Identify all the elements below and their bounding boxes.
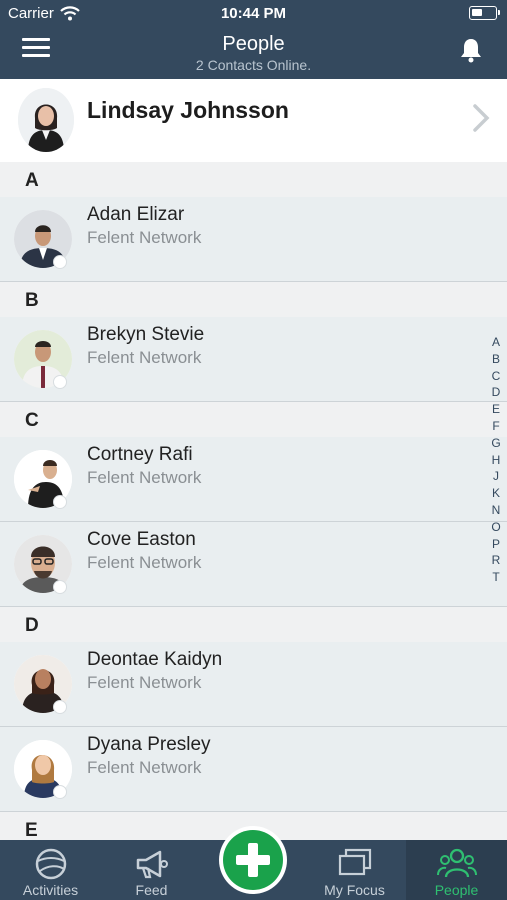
tab-label: Feed bbox=[135, 882, 168, 898]
online-status-dot bbox=[53, 785, 67, 799]
activities-icon bbox=[35, 848, 66, 880]
section-header-b: B bbox=[0, 282, 507, 317]
tab-label: People bbox=[434, 882, 479, 898]
online-count: 2 Contacts Online. bbox=[195, 57, 312, 73]
tab-label: Activities bbox=[22, 882, 79, 898]
my-profile-row[interactable]: Lindsay Johnsson bbox=[0, 79, 507, 162]
contact-list[interactable]: A Adan Elizar Felent Network B Brekyn St… bbox=[0, 162, 507, 840]
contact-organization: Felent Network bbox=[87, 468, 202, 487]
index-letter[interactable]: E bbox=[489, 401, 503, 418]
contact-row[interactable]: Cove Easton Felent Network bbox=[0, 522, 507, 607]
people-icon bbox=[436, 848, 477, 878]
online-status-dot bbox=[53, 375, 67, 389]
tab-label: My Focus bbox=[324, 882, 385, 898]
index-letter[interactable]: C bbox=[489, 368, 503, 385]
tab-people[interactable]: People bbox=[406, 840, 507, 900]
megaphone-icon bbox=[136, 850, 168, 879]
contact-organization: Felent Network bbox=[87, 348, 202, 367]
add-button[interactable] bbox=[219, 826, 287, 894]
top-bar: Carrier 10:44 PM People 2 Contacts Onlin… bbox=[0, 0, 507, 79]
bell-icon[interactable] bbox=[457, 36, 485, 64]
index-letter[interactable]: D bbox=[489, 384, 503, 401]
contact-row[interactable]: Cortney Rafi Felent Network bbox=[0, 437, 507, 522]
section-header-c: C bbox=[0, 402, 507, 437]
avatar bbox=[18, 88, 74, 152]
alphabet-index[interactable]: A B C D E F G H J K N O P R T bbox=[489, 334, 503, 586]
index-letter[interactable]: G bbox=[489, 435, 503, 452]
index-letter[interactable]: K bbox=[489, 485, 503, 502]
status-bar: Carrier 10:44 PM bbox=[0, 0, 507, 28]
index-letter[interactable]: R bbox=[489, 552, 503, 569]
section-header-a: A bbox=[0, 162, 507, 197]
battery-icon bbox=[469, 6, 500, 20]
contact-row[interactable]: Deontae Kaidyn Felent Network bbox=[0, 642, 507, 727]
contact-row[interactable]: Adan Elizar Felent Network bbox=[0, 197, 507, 282]
index-letter[interactable]: F bbox=[489, 418, 503, 435]
contact-name: Brekyn Stevie bbox=[87, 324, 205, 345]
index-letter[interactable]: O bbox=[489, 519, 503, 536]
focus-icon bbox=[338, 848, 371, 876]
contact-name: Deontae Kaidyn bbox=[87, 649, 223, 670]
online-status-dot bbox=[53, 255, 67, 269]
index-letter[interactable]: T bbox=[489, 569, 503, 586]
contact-name: Cortney Rafi bbox=[87, 444, 193, 465]
index-letter[interactable]: B bbox=[489, 351, 503, 368]
contact-organization: Felent Network bbox=[87, 228, 202, 247]
tab-feed[interactable]: Feed bbox=[101, 840, 202, 900]
plus-icon bbox=[223, 830, 283, 890]
clock: 10:44 PM bbox=[220, 5, 287, 22]
tab-activities[interactable]: Activities bbox=[0, 840, 101, 900]
contact-name: Adan Elizar bbox=[87, 204, 185, 225]
index-letter[interactable]: P bbox=[489, 536, 503, 553]
index-letter[interactable]: H bbox=[489, 452, 503, 469]
contact-row[interactable]: Dyana Presley Felent Network bbox=[0, 727, 507, 812]
online-status-dot bbox=[53, 700, 67, 714]
online-status-dot bbox=[53, 580, 67, 594]
index-letter[interactable]: J bbox=[489, 468, 503, 485]
contact-organization: Felent Network bbox=[87, 673, 202, 692]
section-header-d: D bbox=[0, 607, 507, 642]
my-name: Lindsay Johnsson bbox=[87, 97, 289, 123]
tab-my-focus[interactable]: My Focus bbox=[304, 840, 405, 900]
contact-organization: Felent Network bbox=[87, 758, 202, 777]
online-status-dot bbox=[53, 495, 67, 509]
contact-name: Cove Easton bbox=[87, 529, 196, 550]
contact-organization: Felent Network bbox=[87, 553, 202, 572]
index-letter[interactable]: A bbox=[489, 334, 503, 351]
chevron-right-icon bbox=[473, 104, 490, 132]
index-letter[interactable]: N bbox=[489, 502, 503, 519]
page-title: People bbox=[222, 33, 285, 55]
contact-row[interactable]: Brekyn Stevie Felent Network bbox=[0, 317, 507, 402]
contact-name: Dyana Presley bbox=[87, 734, 211, 755]
